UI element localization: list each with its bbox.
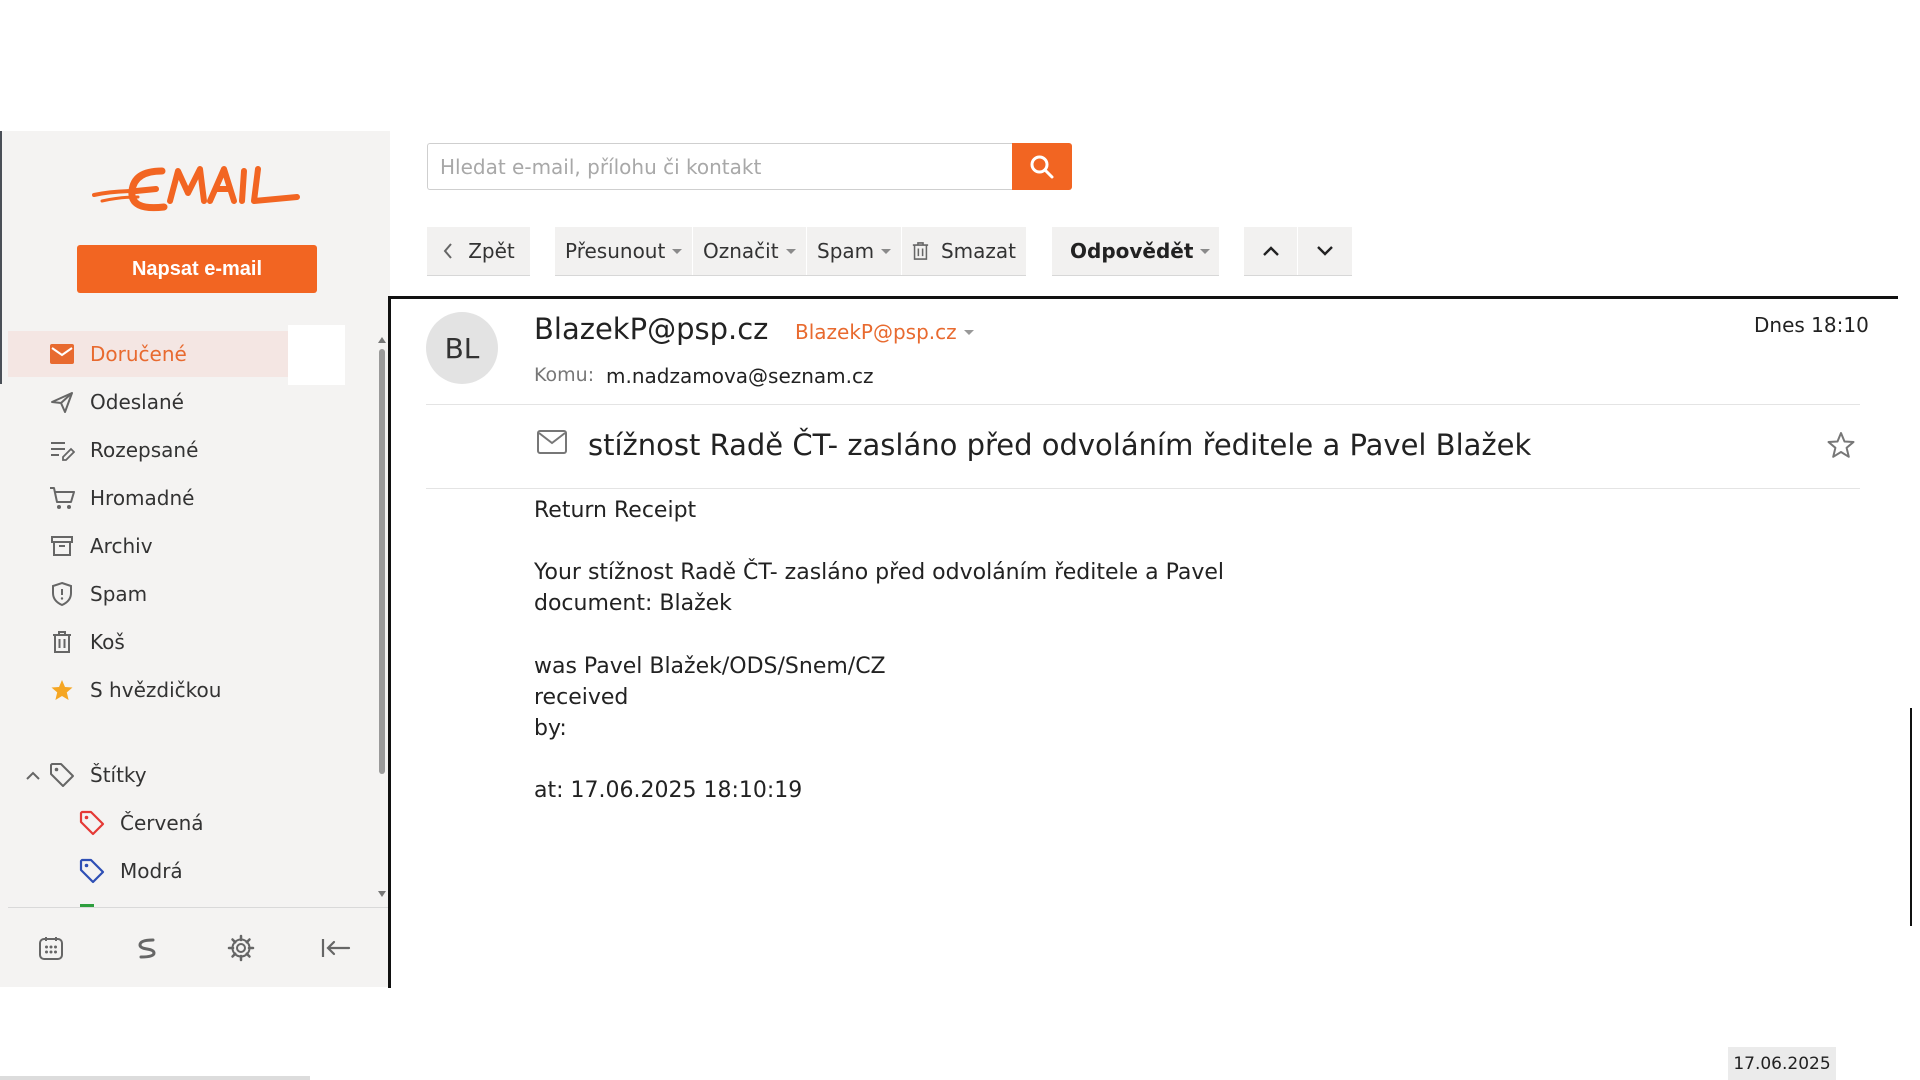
caret-down-icon — [785, 248, 796, 254]
sender-name[interactable]: BlazekP@psp.cz — [534, 312, 768, 346]
trash-icon — [912, 242, 929, 260]
sidebar-item-sent[interactable]: Odeslané — [8, 379, 288, 425]
star-icon — [48, 676, 76, 704]
sidebar-item-label: Odeslané — [90, 390, 184, 414]
delete-label: Smazat — [940, 239, 1016, 263]
sidebar-item-archive[interactable]: Archiv — [8, 523, 288, 569]
sidebar-divider — [8, 907, 390, 908]
sidebar-item-label: Spam — [90, 582, 148, 606]
move-button[interactable]: Přesunout — [555, 227, 692, 275]
sidebar-scrollbar-thumb[interactable] — [379, 349, 385, 774]
tag-red-icon — [78, 809, 106, 837]
message-body-line: received — [534, 685, 629, 710]
search-button[interactable] — [1012, 143, 1072, 190]
window-edge-mark — [1910, 708, 1912, 926]
spam-label: Spam — [817, 239, 875, 263]
seznam-icon[interactable] — [129, 930, 165, 966]
sidebar-item-label: Hromadné — [90, 486, 195, 510]
back-label: Zpět — [468, 239, 515, 263]
caret-down-icon — [963, 329, 974, 335]
calendar-icon[interactable] — [33, 930, 69, 966]
back-button[interactable]: Zpět — [427, 227, 530, 275]
message-body-line: by: — [534, 716, 567, 741]
label-item-text: Modrá — [120, 859, 183, 883]
move-label: Přesunout — [565, 239, 666, 263]
scroll-up-arrow-icon[interactable] — [378, 337, 386, 343]
sender-address-dropdown[interactable]: BlazekP@psp.cz — [795, 320, 974, 344]
sidebar-edge — [0, 131, 2, 384]
caret-down-icon — [672, 248, 683, 254]
taskbar-strip — [0, 1076, 310, 1080]
recipient-label: Komu: — [534, 364, 595, 386]
next-message-button[interactable] — [1298, 227, 1352, 275]
delete-button[interactable]: Smazat — [902, 227, 1026, 275]
search-icon — [1030, 155, 1054, 178]
sidebar-item-label: Doručené — [90, 342, 187, 366]
caret-down-icon — [881, 248, 892, 254]
label-item-blue[interactable]: Modrá — [8, 848, 288, 894]
send-icon — [48, 388, 76, 416]
action-button-group: Přesunout Označit Spam Smazat — [555, 227, 1026, 275]
sidebar-item-spam[interactable]: Spam — [8, 571, 288, 617]
sidebar-item-inbox[interactable]: Doručené — [8, 331, 288, 377]
labels-section-header[interactable]: Štítky — [8, 752, 288, 798]
caret-down-icon — [1200, 248, 1211, 254]
compose-button[interactable]: Napsat e-mail — [77, 245, 317, 293]
sidebar-item-starred[interactable]: S hvězdičkou — [8, 667, 288, 713]
inbox-icon — [48, 340, 76, 368]
taskbar-date[interactable]: 17.06.2025 — [1728, 1047, 1836, 1080]
tag-blue-icon — [78, 857, 106, 885]
avatar[interactable]: BL — [426, 312, 498, 384]
mark-label: Označit — [703, 239, 779, 263]
sender-address: BlazekP@psp.cz — [795, 320, 957, 344]
message-body-line: Your stížnost Radě ČT- zasláno před odvo… — [534, 560, 1225, 585]
star-toggle-icon[interactable] — [1826, 430, 1856, 460]
shield-icon — [48, 580, 76, 608]
recipient-address[interactable]: m.nadzamova@seznam.cz — [606, 364, 874, 388]
message-body-line: was Pavel Blažek/ODS/Snem/CZ — [534, 654, 886, 679]
reply-label: Odpovědět — [1070, 239, 1194, 263]
reply-button[interactable]: Odpovědět — [1052, 227, 1219, 275]
search-input[interactable] — [427, 143, 1015, 190]
active-highlight-gap — [288, 325, 345, 385]
message-body-line: Return Receipt — [534, 498, 697, 523]
chevron-up-icon[interactable] — [24, 766, 42, 784]
message-navigation — [1244, 227, 1352, 275]
sidebar-scrollbar[interactable] — [378, 337, 386, 897]
scroll-down-arrow-icon[interactable] — [378, 891, 386, 897]
drafts-icon — [48, 436, 76, 464]
trash-icon — [48, 628, 76, 656]
labels-header-text: Štítky — [90, 763, 147, 787]
spam-button[interactable]: Spam — [807, 227, 901, 275]
mark-button[interactable]: Označit — [693, 227, 806, 275]
chevron-left-icon — [443, 243, 452, 259]
sidebar-item-label: S hvězdičkou — [90, 678, 222, 702]
sidebar-item-label: Rozepsané — [90, 438, 199, 462]
sidebar-item-trash[interactable]: Koš — [8, 619, 288, 665]
sidebar-item-drafts[interactable]: Rozepsané — [8, 427, 288, 473]
message-body-line: at: 17.06.2025 18:10:19 — [534, 778, 803, 803]
message-body-line: document: Blažek — [534, 591, 732, 616]
message-date: Dnes 18:10 — [1754, 313, 1869, 337]
cart-icon — [48, 484, 76, 512]
envelope-icon — [537, 430, 567, 454]
collapse-sidebar-icon[interactable] — [318, 930, 354, 966]
message-subject: stížnost Radě ČT- zasláno před odvoláním… — [588, 428, 1532, 462]
label-item-red[interactable]: Červená — [8, 800, 288, 846]
settings-icon[interactable] — [223, 930, 259, 966]
chevron-down-icon — [1317, 246, 1333, 256]
message-pane-border-top — [390, 296, 1898, 299]
tag-icon — [48, 761, 76, 789]
chevron-up-icon — [1262, 246, 1279, 256]
archive-icon — [48, 532, 76, 560]
label-item-text: Červená — [120, 811, 204, 835]
subject-divider — [426, 488, 1860, 489]
sidebar-item-bulk[interactable]: Hromadné — [8, 475, 288, 521]
header-divider — [426, 404, 1860, 405]
sidebar-item-label: Koš — [90, 630, 125, 654]
email-logo[interactable] — [92, 161, 302, 216]
message-pane-border-left — [388, 296, 391, 988]
previous-message-button[interactable] — [1244, 227, 1297, 275]
sidebar-item-label: Archiv — [90, 534, 153, 558]
